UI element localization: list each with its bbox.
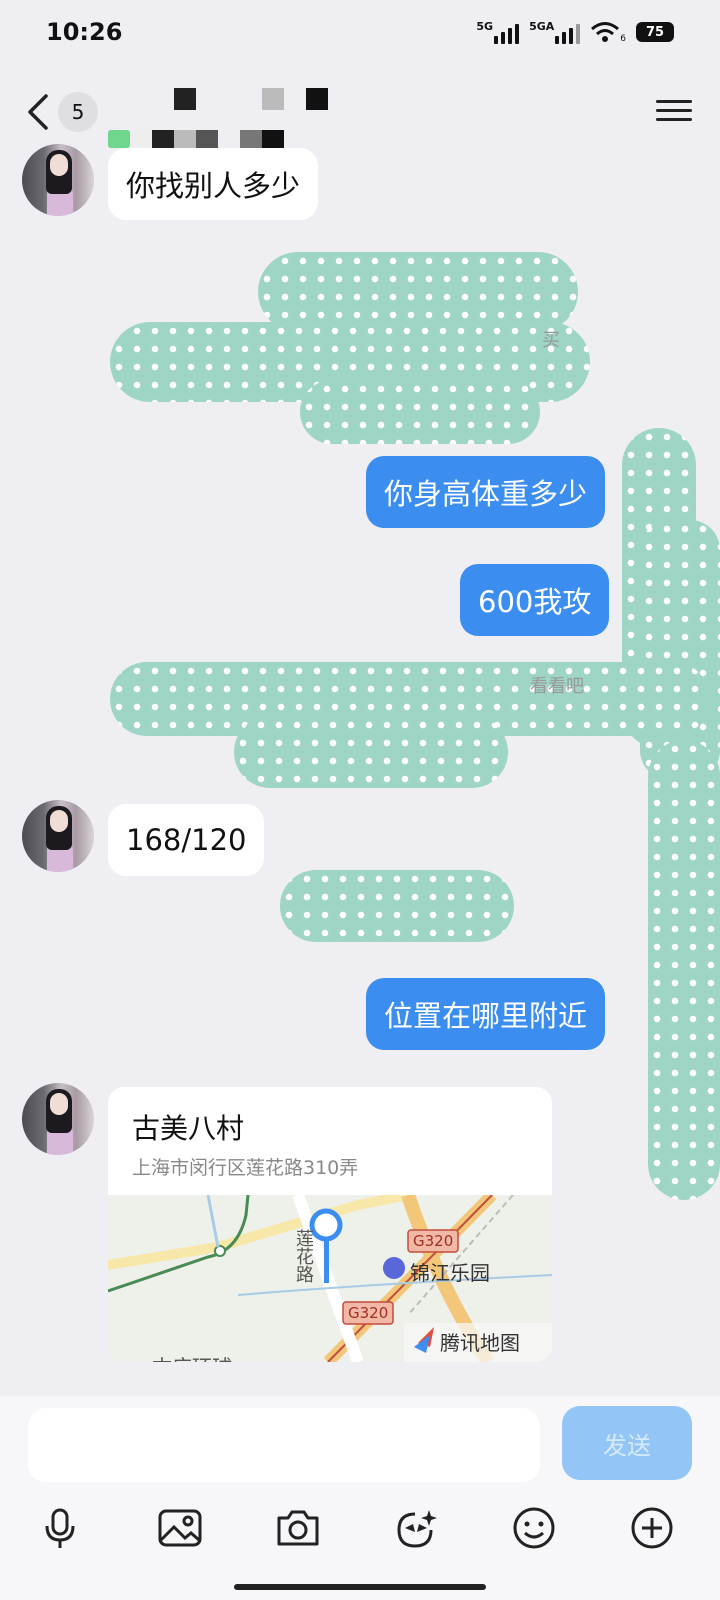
composer-panel: 发送 (0, 1396, 720, 1600)
map-highway-label: G320 (413, 1232, 454, 1250)
menu-button[interactable] (656, 94, 692, 130)
back-button[interactable] (22, 92, 58, 132)
wifi-icon (591, 22, 620, 42)
sticker-icon (397, 1510, 437, 1548)
message-bubble-outgoing[interactable]: 位置在哪里附近 (366, 978, 606, 1050)
censor-scribble (234, 716, 508, 788)
message-text: 600我攻 (478, 585, 592, 619)
contact-avatar[interactable] (22, 144, 94, 216)
message-text: 168/120 (126, 823, 247, 857)
partial-text-fragment: 买 (542, 330, 560, 351)
partial-text-fragment: 看看吧 (530, 676, 584, 697)
wifi-sub-label: 6 (620, 34, 626, 44)
unread-count-badge[interactable]: 5 (58, 92, 98, 132)
message-bubble-outgoing[interactable]: 你身高体重多少 (366, 456, 606, 528)
hamburger-icon (656, 100, 692, 121)
camera-button[interactable] (272, 1502, 324, 1554)
battery-icon: 75 (636, 22, 674, 42)
censor-scribble (280, 870, 514, 942)
location-name: 古美八村 (132, 1112, 245, 1145)
message-bubble-incoming[interactable]: 168/120 (108, 804, 265, 876)
message-bubble-outgoing[interactable]: 600我攻 (460, 564, 610, 636)
status-icons: 5G 5GA 6 75 (476, 20, 674, 44)
map-provider-label: 腾讯地图 (440, 1331, 520, 1355)
censor-scribble (300, 380, 540, 444)
contact-avatar[interactable] (22, 800, 94, 872)
gallery-button[interactable] (154, 1502, 206, 1554)
status-bar: 10:26 5G 5GA 6 75 (0, 0, 720, 64)
censor-scribble (258, 252, 578, 332)
chevron-left-icon (28, 94, 48, 130)
image-icon (158, 1509, 202, 1547)
censor-scribble (648, 740, 720, 1200)
camera-icon (277, 1510, 319, 1546)
map-road-label: 莲花路 (293, 1229, 314, 1283)
message-text: 你找别人多少 (126, 169, 301, 203)
chat-title-redacted (108, 84, 338, 154)
input-toolbar (0, 1502, 720, 1562)
chat-header: 5 (0, 64, 720, 160)
status-time: 10:26 (46, 18, 123, 46)
message-text: 位置在哪里附近 (384, 999, 588, 1033)
send-button[interactable]: 发送 (562, 1406, 692, 1480)
message-input[interactable] (28, 1408, 540, 1482)
voice-button[interactable] (34, 1502, 86, 1554)
map-cut-label: 古庙环球 (152, 1351, 232, 1362)
emoji-button[interactable] (508, 1502, 560, 1554)
message-text: 你身高体重多少 (384, 477, 588, 511)
microphone-icon (45, 1508, 75, 1548)
contact-avatar[interactable] (22, 1083, 94, 1155)
cellular-signal-2-icon: 5GA (529, 20, 581, 44)
cellular-signal-icon: 5G (476, 20, 520, 44)
more-button[interactable] (626, 1502, 678, 1554)
location-address: 上海市闵行区莲花路310弄 (132, 1157, 359, 1179)
map-poi-label: 锦江乐园 (410, 1261, 490, 1285)
home-indicator[interactable] (234, 1584, 486, 1590)
emoji-icon (513, 1507, 555, 1549)
plus-icon (631, 1507, 673, 1549)
message-bubble-incoming[interactable]: 你找别人多少 (108, 148, 319, 220)
sticker-button[interactable] (390, 1502, 442, 1554)
map-highway-label: G320 (348, 1304, 389, 1322)
map-preview[interactable]: 莲花路 G320 G320 锦江乐园 腾讯地图 古庙环球 (108, 1190, 552, 1362)
location-card[interactable]: 古美八村 上海市闵行区莲花路310弄 莲花路 G320 G320 锦江乐园 腾讯… (108, 1087, 552, 1362)
